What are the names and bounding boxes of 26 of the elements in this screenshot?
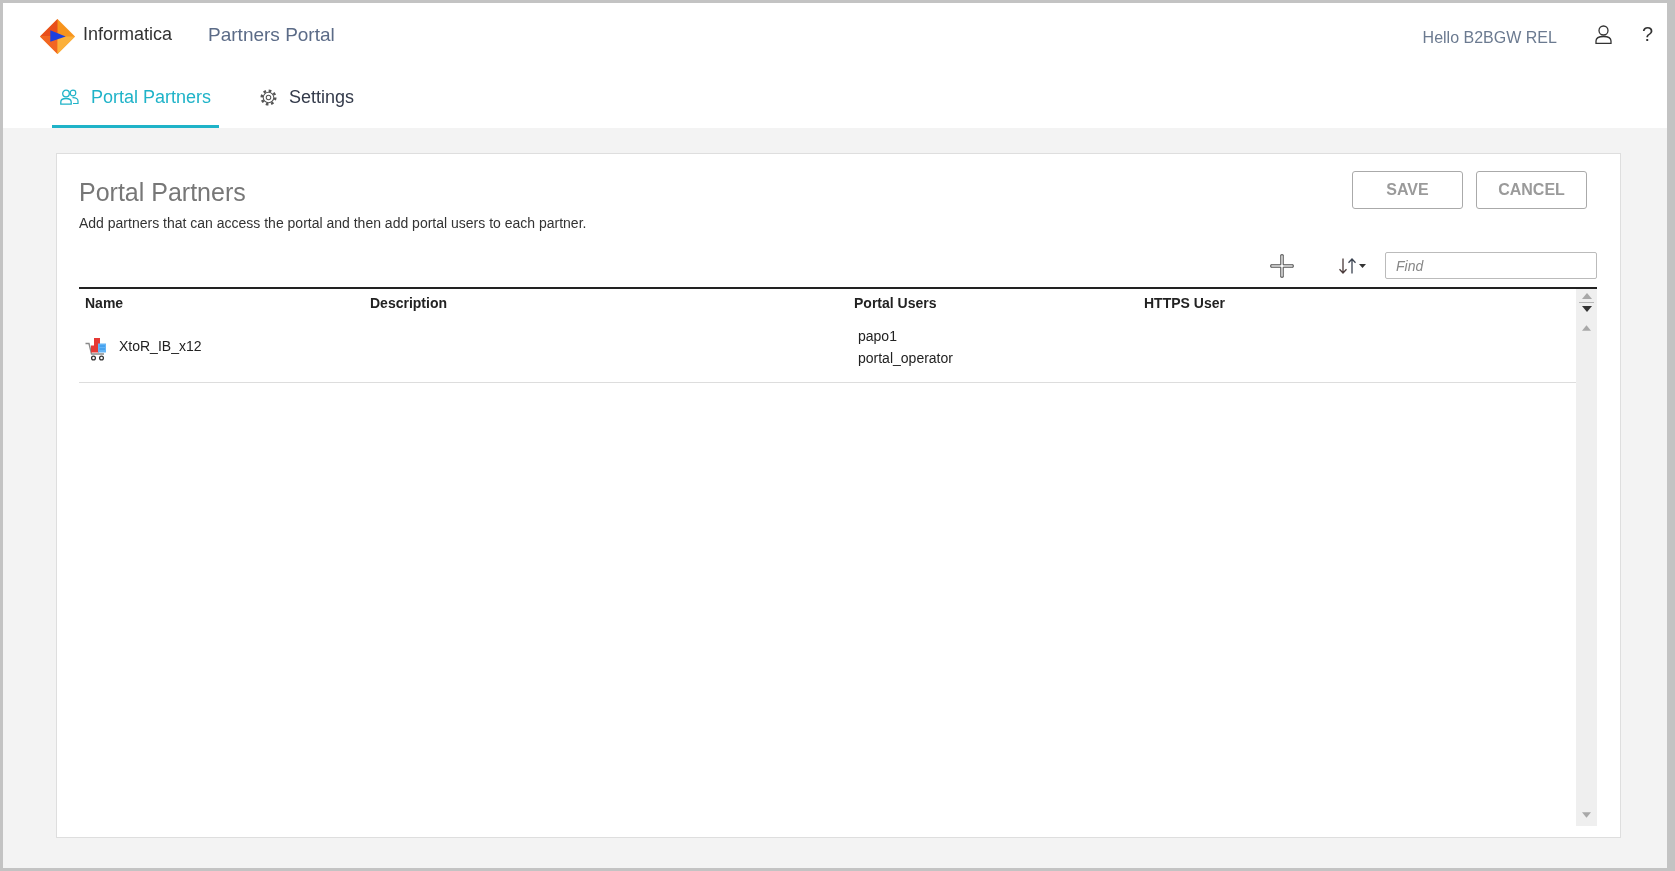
greeting-text: Hello B2BGW REL — [1422, 28, 1557, 47]
action-button[interactable]: SAVE — [1352, 171, 1463, 209]
scrollbar[interactable] — [1576, 289, 1597, 826]
tab[interactable]: Settings — [252, 66, 363, 128]
find-field[interactable]: Find — [1385, 252, 1597, 279]
shopping-cart-icon — [85, 337, 108, 361]
column-header: Portal Users — [853, 295, 938, 311]
gear-icon — [260, 88, 278, 106]
partner-name: XtoR_IB_x12 — [119, 337, 202, 355]
help-button[interactable]: ? — [1641, 23, 1653, 46]
column-header: HTTPS User — [1143, 295, 1226, 311]
sort-icon[interactable] — [1338, 256, 1368, 275]
page-title: Portal Partners — [79, 177, 246, 207]
portal-user: portal_operator — [858, 349, 953, 368]
action-button[interactable]: CANCEL — [1476, 171, 1587, 209]
column-header: Name — [84, 295, 125, 311]
people-icon — [60, 89, 79, 105]
column-header: Description — [369, 295, 448, 311]
triangle-down-icon[interactable] — [1581, 306, 1592, 312]
brand-name: Informatica — [83, 24, 173, 45]
page-description: Add partners that can access the portal and then add portal users to each partner. — [79, 214, 587, 233]
app-title: Partners Portal — [208, 23, 335, 46]
user-icon[interactable] — [1594, 25, 1612, 44]
diamond-logo-icon — [40, 19, 75, 54]
add-icon[interactable] — [1270, 253, 1294, 278]
portal-user: papo1 — [858, 327, 897, 346]
